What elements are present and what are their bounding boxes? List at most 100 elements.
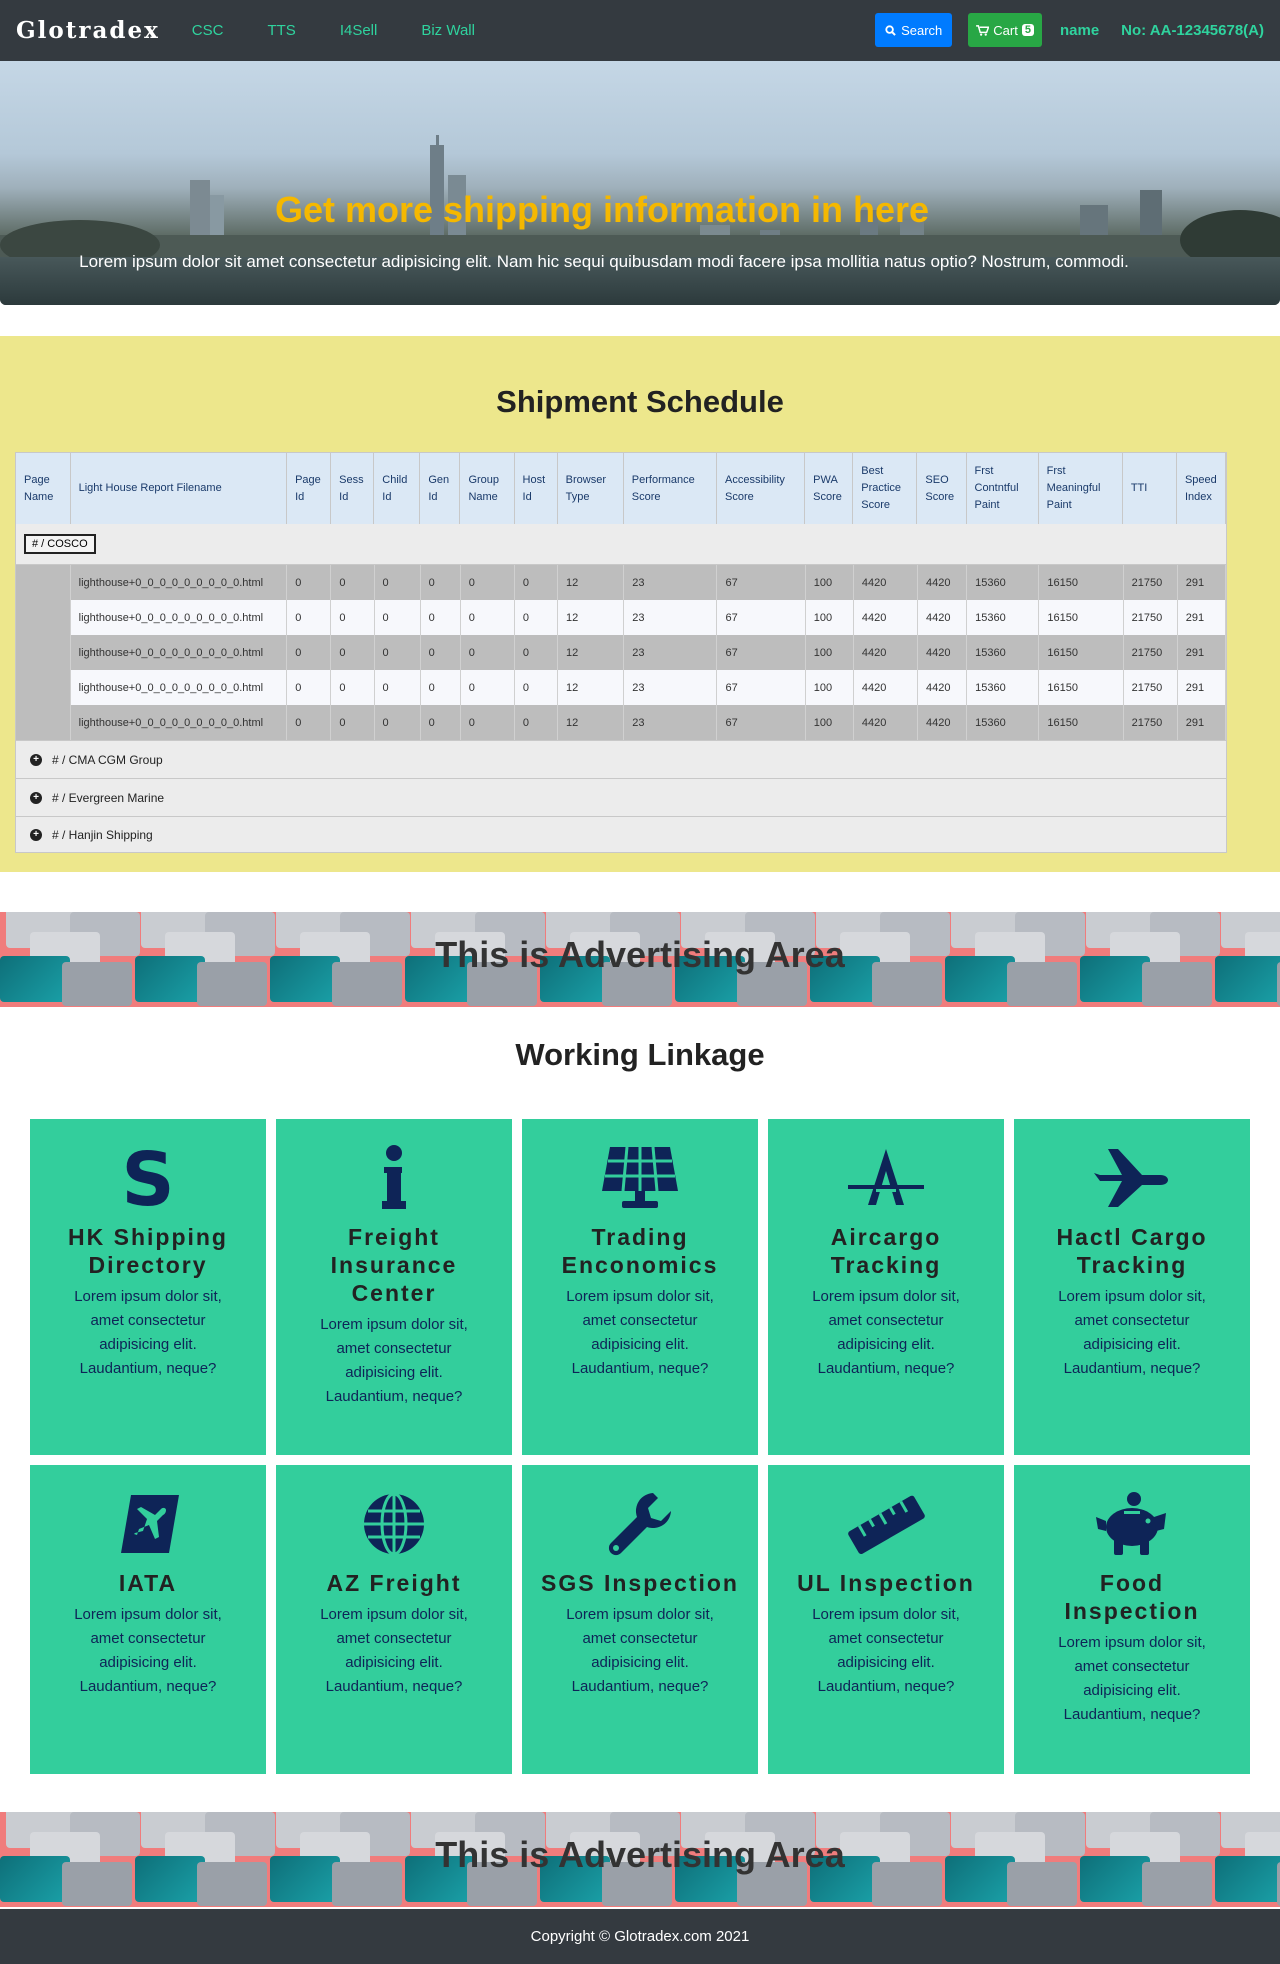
table-cell: 12 bbox=[557, 670, 625, 705]
report-file-link[interactable]: lighthouse+0_0_0_0_0_0_0_0_0.html bbox=[70, 635, 288, 670]
table-cell: 67 bbox=[716, 600, 806, 635]
table-cell: 0 bbox=[330, 635, 375, 670]
table-cell: 291 bbox=[1177, 565, 1227, 600]
linkage-tile[interactable]: AZ Freight Lorem ipsum dolor sit, amet co… bbox=[276, 1465, 512, 1774]
advertising-area[interactable]: This is Advertising Area bbox=[0, 1812, 1280, 1907]
linkage-tile[interactable]: Trading Enconomics Lorem ipsum dolor sit,… bbox=[522, 1119, 758, 1455]
tile-title[interactable]: IATA bbox=[30, 1569, 266, 1597]
column-header[interactable]: Host Id bbox=[514, 453, 558, 524]
tile-title[interactable]: HK Shipping Directory bbox=[30, 1223, 266, 1279]
column-header[interactable]: Frst Contntful Paint bbox=[966, 453, 1039, 524]
group-row-collapsed[interactable]: + # / Evergreen Marine bbox=[16, 778, 1226, 816]
column-header[interactable]: Best Practice Score bbox=[852, 453, 918, 524]
report-file-link[interactable]: lighthouse+0_0_0_0_0_0_0_0_0.html bbox=[70, 565, 288, 600]
group-row-collapsed[interactable]: + # / CMA CGM Group bbox=[16, 740, 1226, 778]
linkage-tile[interactable]: Hactl Cargo Tracking Lorem ipsum dolor si… bbox=[1014, 1119, 1250, 1455]
brand-logo[interactable]: Glotradex bbox=[16, 17, 160, 44]
table-cell: 0 bbox=[460, 670, 515, 705]
group-toggle-cosco[interactable]: # / COSCO bbox=[24, 534, 96, 554]
column-header[interactable]: Frst Meaningful Paint bbox=[1038, 453, 1123, 524]
nav-link-i4sell[interactable]: I4Sell bbox=[334, 22, 378, 39]
cart-button[interactable]: Cart 5 bbox=[968, 13, 1042, 47]
tile-description: Lorem ipsum dolor sit, amet consectetur … bbox=[812, 1288, 960, 1377]
table-cell: 16150 bbox=[1038, 635, 1124, 670]
search-button[interactable]: Search bbox=[875, 13, 953, 47]
column-header[interactable]: Page Id bbox=[286, 453, 332, 524]
table-cell: 0 bbox=[330, 565, 375, 600]
nav-link-csc[interactable]: CSC bbox=[186, 22, 224, 39]
copyright-text: Copyright © Glotradex.com 2021 bbox=[530, 1928, 750, 1945]
schedule-table-wrap: Page Name Light House Report Filename Pa… bbox=[15, 452, 1227, 853]
tile-title[interactable]: Food Inspection bbox=[1014, 1569, 1250, 1625]
advertising-area[interactable]: This is Advertising Area bbox=[0, 912, 1280, 1007]
plus-circle-icon[interactable]: + bbox=[30, 791, 42, 804]
column-header[interactable]: Browser Type bbox=[557, 453, 624, 524]
column-header[interactable]: SEO Score bbox=[916, 453, 967, 524]
tile-title[interactable]: Aircargo Tracking bbox=[768, 1223, 1004, 1279]
linkage-tile[interactable]: Aircargo Tracking Lorem ipsum dolor sit, … bbox=[768, 1119, 1004, 1455]
table-cell: 4420 bbox=[853, 705, 919, 740]
nav-link-tts[interactable]: TTS bbox=[261, 22, 295, 39]
advertising-text: This is Advertising Area bbox=[435, 1834, 845, 1875]
column-header[interactable]: PWA Score bbox=[804, 453, 854, 524]
table-header-row: Page Name Light House Report Filename Pa… bbox=[16, 453, 1227, 524]
table-cell: 4420 bbox=[917, 635, 968, 670]
tile-title[interactable]: Trading Enconomics bbox=[522, 1223, 758, 1279]
tile-description: Lorem ipsum dolor sit, amet consectetur … bbox=[320, 1316, 468, 1405]
schedule-rows: lighthouse+0_0_0_0_0_0_0_0_0.html 0 0 0 0 0 0 1… bbox=[16, 565, 1227, 740]
column-header[interactable]: Speed Index bbox=[1176, 453, 1227, 524]
report-file-link[interactable]: lighthouse+0_0_0_0_0_0_0_0_0.html bbox=[70, 705, 288, 740]
column-header[interactable]: Child Id bbox=[373, 453, 421, 524]
tile-title[interactable]: AZ Freight bbox=[276, 1569, 512, 1597]
table-cell: 21750 bbox=[1123, 670, 1178, 705]
group-row-collapsed[interactable]: + # / Hanjin Shipping bbox=[16, 816, 1226, 852]
table-cell: 0 bbox=[514, 565, 559, 600]
table-cell: 291 bbox=[1177, 600, 1227, 635]
footer: Copyright © Glotradex.com 2021 bbox=[0, 1909, 1280, 1964]
report-file-link[interactable]: lighthouse+0_0_0_0_0_0_0_0_0.html bbox=[70, 600, 288, 635]
wrench-icon bbox=[522, 1479, 758, 1569]
tile-description: Lorem ipsum dolor sit, amet consectetur … bbox=[566, 1288, 714, 1377]
column-header[interactable]: Gen Id bbox=[419, 453, 461, 524]
linkage-tile[interactable]: IATA Lorem ipsum dolor sit, amet consecte… bbox=[30, 1465, 266, 1774]
tile-title[interactable]: Hactl Cargo Tracking bbox=[1014, 1223, 1250, 1279]
table-cell: 4420 bbox=[853, 565, 919, 600]
linkage-tile[interactable]: S HK Shipping Directory Lorem ipsum dolor … bbox=[30, 1119, 266, 1455]
linkage-tile[interactable]: SGS Inspection Lorem ipsum dolor sit, ame… bbox=[522, 1465, 758, 1774]
table-cell: 0 bbox=[514, 670, 559, 705]
tile-title[interactable]: Freight Insurance Center bbox=[276, 1223, 512, 1307]
table-cell: 23 bbox=[623, 705, 718, 740]
tile-title[interactable]: UL Inspection bbox=[768, 1569, 1004, 1597]
shipment-schedule-section: Shipment Schedule Page Name Light House … bbox=[0, 336, 1280, 872]
tile-title[interactable]: SGS Inspection bbox=[522, 1569, 758, 1597]
linkage-tile[interactable]: Food Inspection Lorem ipsum dolor sit, am… bbox=[1014, 1465, 1250, 1774]
table-row: lighthouse+0_0_0_0_0_0_0_0_0.html 0 0 0 0 0 0 1… bbox=[16, 635, 1227, 670]
linkage-tile[interactable]: UL Inspection Lorem ipsum dolor sit, amet… bbox=[768, 1465, 1004, 1774]
plus-circle-icon[interactable]: + bbox=[30, 828, 42, 841]
report-file-link[interactable]: lighthouse+0_0_0_0_0_0_0_0_0.html bbox=[70, 670, 288, 705]
user-name[interactable]: name bbox=[1060, 22, 1099, 39]
plus-circle-icon[interactable]: + bbox=[30, 753, 42, 766]
table-cell: 21750 bbox=[1123, 635, 1178, 670]
linkage-tile[interactable]: Freight Insurance Center Lorem ipsum dolo… bbox=[276, 1119, 512, 1455]
table-cell: 0 bbox=[330, 600, 375, 635]
column-header[interactable]: Group Name bbox=[459, 453, 515, 524]
schedule-table: Page Name Light House Report Filename Pa… bbox=[16, 453, 1227, 524]
search-button-label: Search bbox=[901, 22, 943, 38]
table-cell: 16150 bbox=[1038, 565, 1124, 600]
column-header[interactable]: Accessibility Score bbox=[716, 453, 806, 524]
table-cell: 0 bbox=[460, 565, 515, 600]
account-number: No: AA-12345678(A) bbox=[1121, 21, 1264, 39]
plane-icon bbox=[1014, 1133, 1250, 1223]
column-header[interactable]: TTI bbox=[1122, 453, 1177, 524]
table-cell: 0 bbox=[374, 565, 421, 600]
nav-link-biz-wall[interactable]: Biz Wall bbox=[415, 22, 475, 39]
globe-icon bbox=[276, 1479, 512, 1569]
column-header[interactable]: Page Name bbox=[16, 453, 71, 524]
table-cell: 15360 bbox=[966, 705, 1040, 740]
table-cell: 0 bbox=[374, 635, 421, 670]
column-header[interactable]: Light House Report Filename bbox=[70, 453, 288, 524]
column-header[interactable]: Sess Id bbox=[330, 453, 375, 524]
table-cell: 291 bbox=[1177, 670, 1227, 705]
column-header[interactable]: Performance Score bbox=[623, 453, 717, 524]
